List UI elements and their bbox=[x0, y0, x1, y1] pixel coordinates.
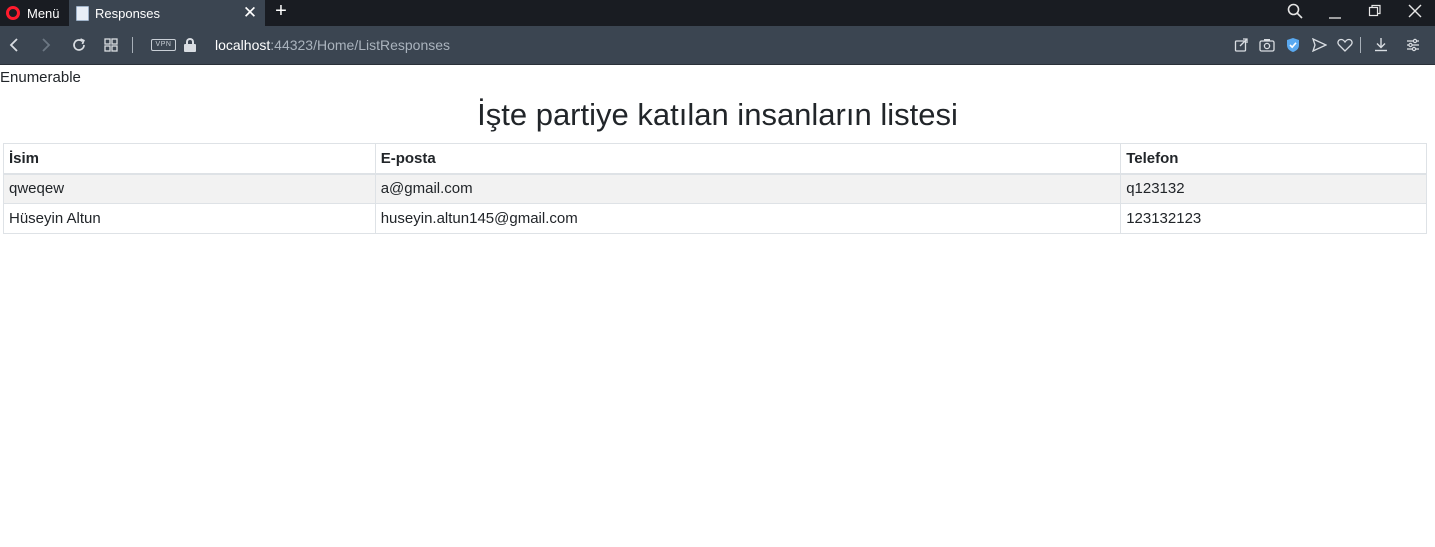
tab-strip: Menü Responses ✕ + bbox=[0, 0, 1435, 26]
page-title: İşte partiye katılan insanların listesi bbox=[477, 97, 958, 132]
cell-email: a@gmail.com bbox=[374, 173, 1122, 204]
page-favicon-icon bbox=[76, 5, 89, 21]
share-icon[interactable] bbox=[1230, 34, 1252, 56]
restore-icon[interactable] bbox=[1365, 0, 1385, 24]
cell-email: huseyin.altun145@gmail.com bbox=[374, 203, 1122, 234]
download-icon[interactable] bbox=[1370, 34, 1392, 56]
new-tab-button[interactable]: + bbox=[272, 0, 290, 24]
toolbar-divider bbox=[132, 37, 133, 53]
back-icon[interactable] bbox=[3, 34, 25, 56]
opera-logo-icon bbox=[6, 6, 20, 20]
search-tabs-icon[interactable] bbox=[1285, 0, 1305, 24]
easy-setup-icon[interactable] bbox=[1402, 34, 1424, 56]
forward-icon[interactable] bbox=[35, 34, 57, 56]
page-content: Enumerable İşte partiye katılan insanlar… bbox=[0, 66, 1435, 547]
adblock-shield-icon[interactable] bbox=[1282, 34, 1304, 56]
cell-name: Hüseyin Altun bbox=[3, 203, 376, 234]
enumerable-text: Enumerable bbox=[0, 69, 81, 86]
url-host: localhost bbox=[215, 37, 271, 53]
send-icon[interactable] bbox=[1308, 34, 1330, 56]
table-header-row: İsim E-posta Telefon bbox=[3, 143, 1427, 175]
toolbar-divider-right bbox=[1360, 37, 1361, 53]
menu-label: Menü bbox=[27, 5, 60, 21]
tab-title: Responses bbox=[95, 5, 161, 21]
cell-phone: q123132 bbox=[1120, 173, 1427, 204]
lock-icon[interactable] bbox=[184, 38, 196, 52]
column-header-phone: Telefon bbox=[1120, 143, 1427, 175]
address-bar: VPN localhost:44323/Home/ListResponses bbox=[0, 26, 1435, 65]
table-row: Hüseyin Altun huseyin.altun145@gmail.com… bbox=[3, 203, 1427, 234]
reload-icon[interactable] bbox=[68, 34, 90, 56]
bookmark-heart-icon[interactable] bbox=[1334, 34, 1356, 56]
cell-phone: 123132123 bbox=[1120, 203, 1427, 234]
close-window-icon[interactable] bbox=[1405, 0, 1425, 24]
tiles-icon[interactable] bbox=[100, 34, 122, 56]
column-header-name: İsim bbox=[3, 143, 376, 175]
vpn-badge[interactable]: VPN bbox=[151, 39, 176, 51]
url-field[interactable]: localhost:44323/Home/ListResponses bbox=[215, 36, 450, 54]
url-path: :44323/Home/ListResponses bbox=[270, 37, 451, 53]
table-row: qweqew a@gmail.com q123132 bbox=[3, 173, 1427, 204]
minimize-icon[interactable] bbox=[1325, 0, 1345, 24]
cell-name: qweqew bbox=[3, 173, 376, 204]
column-header-email: E-posta bbox=[374, 143, 1122, 175]
tab-close-icon[interactable]: ✕ bbox=[241, 3, 259, 23]
opera-menu-button[interactable]: Menü bbox=[0, 0, 68, 26]
camera-icon[interactable] bbox=[1256, 34, 1278, 56]
responses-table: İsim E-posta Telefon qweqew a@gmail.com … bbox=[3, 143, 1427, 234]
tab-responses[interactable]: Responses ✕ bbox=[69, 0, 265, 26]
